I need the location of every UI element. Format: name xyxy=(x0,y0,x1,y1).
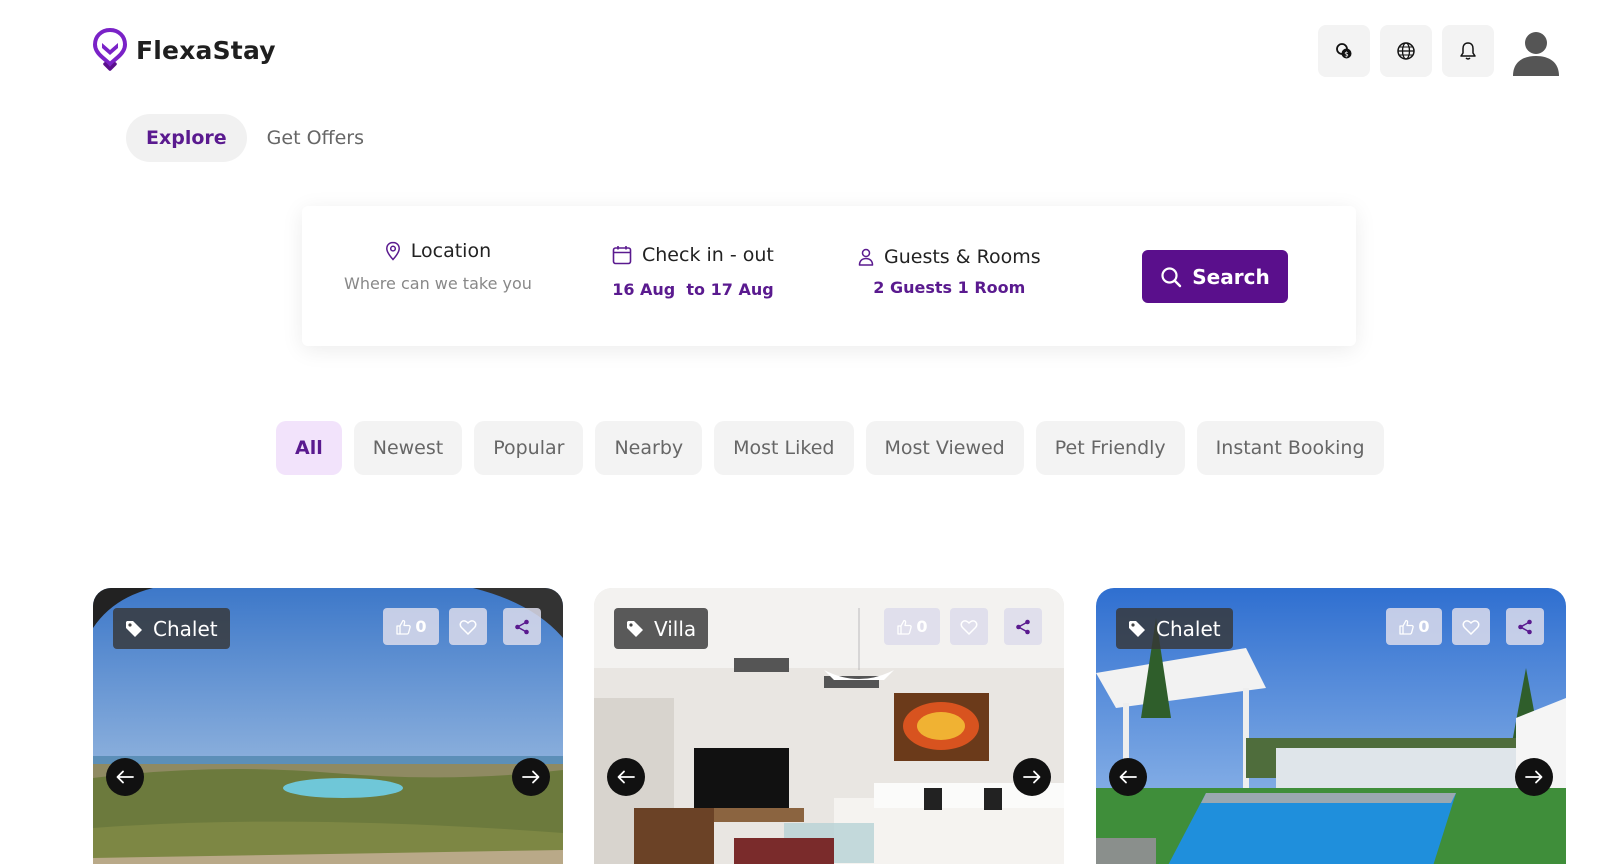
like-button[interactable]: 0 xyxy=(884,608,940,645)
notifications-button[interactable] xyxy=(1442,25,1494,77)
location-field[interactable]: Location Where can we take you xyxy=(344,240,532,293)
favorite-button[interactable] xyxy=(950,608,988,645)
previous-photo-button[interactable] xyxy=(1109,758,1147,796)
share-button[interactable] xyxy=(503,608,541,645)
tab-explore[interactable]: Explore xyxy=(126,114,247,162)
property-type-tag: Villa xyxy=(614,608,709,649)
arrow-right-icon xyxy=(1525,770,1543,784)
filter-nearby[interactable]: Nearby xyxy=(595,421,703,475)
top-tabs: Explore Get Offers xyxy=(126,114,364,162)
next-photo-button[interactable] xyxy=(1013,758,1051,796)
date-range-field[interactable]: Check in - out 16 Aug to 17 Aug xyxy=(612,244,774,299)
next-photo-button[interactable] xyxy=(512,758,550,796)
previous-photo-button[interactable] xyxy=(607,758,645,796)
like-count: 0 xyxy=(1418,617,1430,636)
property-type-label: Chalet xyxy=(1156,616,1221,641)
location-placeholder: Where can we take you xyxy=(344,274,532,293)
share-icon xyxy=(1016,619,1030,634)
tag-icon xyxy=(627,620,643,637)
filter-most-viewed[interactable]: Most Viewed xyxy=(865,421,1024,475)
listing-card[interactable]: Chalet 0 xyxy=(1096,588,1566,864)
user-avatar-icon xyxy=(1513,32,1559,76)
property-type-label: Villa xyxy=(654,616,697,641)
tag-icon xyxy=(126,620,142,637)
filter-popular[interactable]: Popular xyxy=(474,421,584,475)
share-icon xyxy=(1518,619,1532,634)
property-type-tag: Chalet xyxy=(1116,608,1233,649)
location-label: Location xyxy=(410,240,492,262)
share-button[interactable] xyxy=(1506,608,1544,645)
filter-chips: All Newest Popular Nearby Most Liked Mos… xyxy=(276,421,1384,475)
search-button[interactable]: Search xyxy=(1142,250,1288,303)
search-button-label: Search xyxy=(1192,264,1270,289)
share-button[interactable] xyxy=(1004,608,1042,645)
heart-icon xyxy=(459,619,477,635)
like-button[interactable]: 0 xyxy=(1386,608,1442,645)
calendar-icon xyxy=(612,246,632,265)
arrow-left-icon xyxy=(116,770,134,784)
arrow-left-icon xyxy=(617,770,635,784)
tag-icon xyxy=(1129,620,1145,637)
thumbs-up-icon xyxy=(897,619,913,635)
bell-icon xyxy=(1460,42,1476,60)
like-button[interactable]: 0 xyxy=(383,608,439,645)
filter-pet-friendly[interactable]: Pet Friendly xyxy=(1035,421,1185,475)
like-count: 0 xyxy=(415,617,427,636)
guests-rooms-field[interactable]: Guests & Rooms 2 Guests 1 Room xyxy=(858,246,1041,297)
search-panel: Location Where can we take you Check in … xyxy=(302,206,1356,346)
arrow-right-icon xyxy=(1023,770,1041,784)
filter-all[interactable]: All xyxy=(276,421,342,475)
user-avatar[interactable] xyxy=(1510,25,1562,77)
language-button[interactable] xyxy=(1380,25,1432,77)
map-pin-icon xyxy=(385,241,400,261)
globe-icon xyxy=(1397,42,1415,60)
person-icon xyxy=(858,248,874,266)
filter-most-liked[interactable]: Most Liked xyxy=(714,421,854,475)
tab-get-offers[interactable]: Get Offers xyxy=(267,114,364,162)
listing-card[interactable]: Villa 0 xyxy=(594,588,1064,864)
search-icon xyxy=(1161,266,1182,287)
heart-icon xyxy=(960,619,978,635)
svg-text:$: $ xyxy=(1344,51,1348,59)
currency-icon: $ xyxy=(1336,43,1352,59)
thumbs-up-icon xyxy=(396,619,412,635)
guests-rooms-value: 2 Guests 1 Room xyxy=(873,278,1026,297)
thumbs-up-icon xyxy=(1399,619,1415,635)
property-type-tag: Chalet xyxy=(113,608,230,649)
brand-logo[interactable]: FlexaStay xyxy=(92,28,276,72)
date-range-label: Check in - out xyxy=(642,244,774,266)
favorite-button[interactable] xyxy=(449,608,487,645)
brand-name: FlexaStay xyxy=(136,35,276,65)
date-range-value: 16 Aug to 17 Aug xyxy=(612,280,774,299)
filter-newest[interactable]: Newest xyxy=(353,421,463,475)
next-photo-button[interactable] xyxy=(1515,758,1553,796)
arrow-right-icon xyxy=(522,770,540,784)
currency-button[interactable]: $ xyxy=(1318,25,1370,77)
previous-photo-button[interactable] xyxy=(106,758,144,796)
location-pin-logo-icon xyxy=(92,28,128,71)
filter-instant-booking[interactable]: Instant Booking xyxy=(1196,421,1384,475)
heart-icon xyxy=(1462,619,1480,635)
property-type-label: Chalet xyxy=(153,616,218,641)
arrow-left-icon xyxy=(1119,770,1137,784)
like-count: 0 xyxy=(916,617,928,636)
favorite-button[interactable] xyxy=(1452,608,1490,645)
guests-rooms-label: Guests & Rooms xyxy=(884,246,1041,268)
listing-card[interactable]: Chalet 0 xyxy=(93,588,563,864)
share-icon xyxy=(515,619,529,634)
